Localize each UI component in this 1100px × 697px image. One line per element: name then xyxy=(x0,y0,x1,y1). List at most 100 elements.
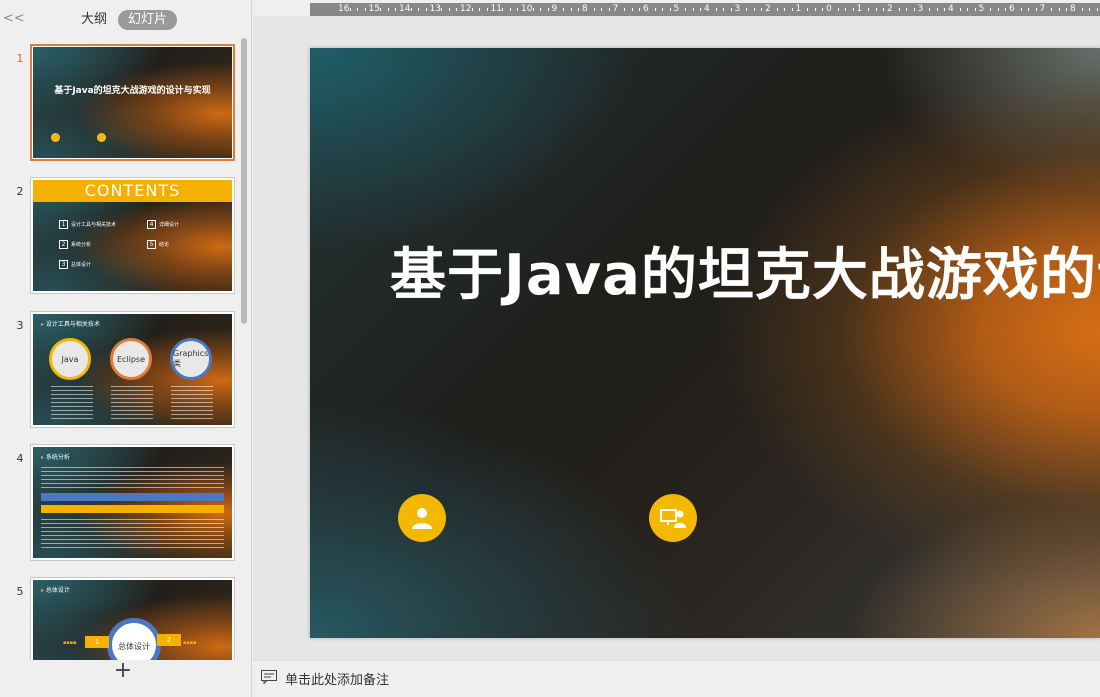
ruler-tick xyxy=(997,8,999,11)
ruler-tick xyxy=(540,8,542,11)
ruler-tick xyxy=(578,8,580,11)
ruler-tick xyxy=(974,8,976,11)
ruler-tick xyxy=(753,8,755,11)
ruler-tick xyxy=(906,8,908,11)
thumbnail-list: 1 基于Java的坦克大战游戏的设计与实现 2 CONTENTS 1 设计工具与相… xyxy=(0,38,240,660)
yellow-bar xyxy=(41,505,224,513)
ruler-label: 6 xyxy=(1009,4,1015,14)
ruler-label: 1 xyxy=(795,4,802,14)
ruler-tick xyxy=(639,8,641,11)
ruler-tick xyxy=(791,8,793,11)
tab-slides[interactable]: 幻灯片 xyxy=(118,10,178,30)
graphics-circle: Graphics类 xyxy=(170,338,212,380)
ruler-tick xyxy=(509,8,511,11)
toc-item: 2 系统分析 xyxy=(59,240,91,249)
text-placeholder xyxy=(171,386,213,422)
ruler-label: 3 xyxy=(917,4,924,14)
ruler-tick xyxy=(631,8,633,11)
ruler-tick xyxy=(563,8,565,11)
blue-bar xyxy=(41,493,224,501)
side-label: ▪▪▪▪ xyxy=(63,640,77,646)
ruler-label: 4 xyxy=(704,4,710,14)
teacher-icon[interactable] xyxy=(649,494,697,542)
arrow-tag: 1 xyxy=(85,636,109,648)
arrow-tag: 2 xyxy=(157,634,181,646)
ruler-tick xyxy=(944,8,946,11)
ruler-tick xyxy=(410,8,412,11)
ruler-tick xyxy=(570,8,572,11)
slide-title[interactable]: 基于Java的坦克大战游戏的设计与实现 xyxy=(390,230,1100,311)
ruler-tick xyxy=(692,8,694,11)
slide-number: 2 xyxy=(16,185,24,198)
slide-thumbnail-3[interactable]: 设计工具与相关技术 Java Eclipse Graphics类 xyxy=(30,311,235,428)
section-heading: 设计工具与相关技术 xyxy=(41,319,100,328)
ruler-label: 11 xyxy=(490,4,502,14)
text-placeholder xyxy=(41,467,224,489)
ruler-tick xyxy=(486,8,488,11)
ruler-tick xyxy=(936,8,938,11)
thumbnail-scrollbar[interactable] xyxy=(240,38,248,660)
ruler-tick xyxy=(662,8,664,11)
ruler-tick xyxy=(1028,8,1030,11)
add-slide-button[interactable]: + xyxy=(112,660,134,683)
ruler-tick xyxy=(929,8,931,11)
scrollbar-thumb[interactable] xyxy=(241,38,247,324)
ruler-tick xyxy=(845,8,847,11)
ruler-tick xyxy=(1035,8,1037,11)
text-placeholder xyxy=(41,519,224,549)
ruler-label: 4 xyxy=(948,4,954,14)
ruler-tick xyxy=(1058,8,1060,11)
ruler-tick xyxy=(1051,8,1053,11)
ruler-tick xyxy=(479,8,481,11)
eclipse-circle: Eclipse xyxy=(110,338,152,380)
ruler-tick xyxy=(624,8,626,11)
ruler-label: 2 xyxy=(765,4,771,14)
ruler-label: 5 xyxy=(978,4,985,14)
ruler-tick xyxy=(700,8,702,11)
panel-tabs: << 大纲 幻灯片 xyxy=(0,8,252,32)
ruler-label: 7 xyxy=(612,4,619,14)
ruler-tick xyxy=(685,8,687,11)
side-label: ▪▪▪▪ xyxy=(183,640,197,646)
ruler-tick xyxy=(959,8,961,11)
ruler-tick xyxy=(471,8,473,11)
teacher-icon xyxy=(97,133,106,142)
slide-number: 1 xyxy=(16,52,24,65)
notes-input[interactable]: 单击此处添加备注 xyxy=(285,669,389,688)
ruler-tick xyxy=(784,8,786,11)
ruler-tick xyxy=(502,8,504,11)
thumbnail-canvas: 设计工具与相关技术 Java Eclipse Graphics类 xyxy=(33,314,232,425)
java-circle: Java xyxy=(49,338,91,380)
ruler-tick xyxy=(418,8,420,11)
ruler-tick xyxy=(723,8,725,11)
collapse-panel-icon[interactable]: << xyxy=(3,11,25,26)
ruler-label: 2 xyxy=(887,4,893,14)
ruler-tick xyxy=(852,8,854,11)
ruler-tick xyxy=(357,8,359,11)
author-icon[interactable] xyxy=(398,494,446,542)
thumbnail-canvas: 基于Java的坦克大战游戏的设计与实现 xyxy=(33,47,232,158)
text-placeholder xyxy=(111,386,153,422)
ruler-tick xyxy=(967,8,969,11)
comment-icon xyxy=(261,670,277,684)
ruler-label: 3 xyxy=(734,4,741,14)
ruler-tick xyxy=(730,8,732,11)
slide-thumbnail-5[interactable]: 总体设计 总体设计 1 2 ▪▪▪▪ ▪▪▪▪ xyxy=(30,577,235,660)
ruler-tick xyxy=(1005,8,1007,11)
ruler-tick xyxy=(448,8,450,11)
main-slide[interactable]: 基于Java的坦克大战游戏的设计与实现 xyxy=(310,48,1100,638)
ruler-tick xyxy=(1096,8,1098,11)
ruler-tick xyxy=(776,8,778,11)
tab-outline[interactable]: 大纲 xyxy=(71,10,117,30)
ruler-tick xyxy=(822,8,824,11)
slide-thumbnail-4[interactable]: 系统分析 xyxy=(30,444,235,561)
ruler-label: 12 xyxy=(460,4,472,14)
presentation-app: << 大纲 幻灯片 1 基于Java的坦克大战游戏的设计与实现 2 CONTEN… xyxy=(0,0,1100,697)
slide-thumbnail-1[interactable]: 基于Java的坦克大战游戏的设计与实现 xyxy=(30,44,235,161)
slide-panel: << 大纲 幻灯片 1 基于Java的坦克大战游戏的设计与实现 2 CONTEN… xyxy=(0,0,252,697)
author-icon xyxy=(51,133,60,142)
ruler-tick xyxy=(746,8,748,11)
slide-thumbnail-2[interactable]: CONTENTS 1 设计工具与相关技术 2 系统分析 3 总体设计 4 详细设计 5结… xyxy=(30,177,235,294)
ruler-tick xyxy=(654,8,656,11)
toc-item: 4 详细设计 xyxy=(147,220,179,229)
